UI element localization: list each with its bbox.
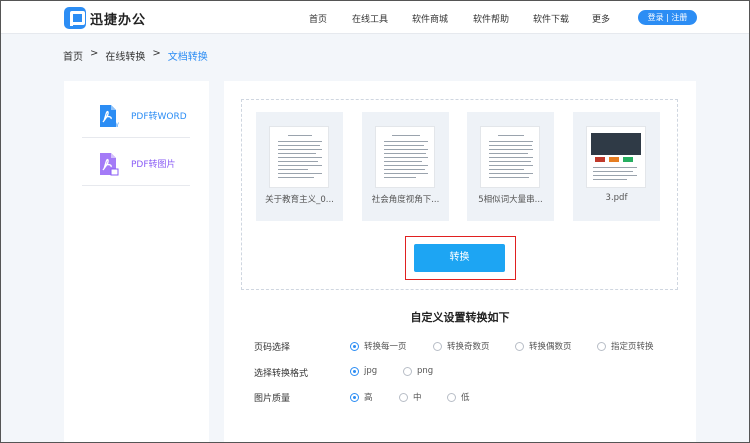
svg-text:W: W <box>113 123 119 128</box>
radio-even-pages[interactable]: 转换偶数页 <box>515 340 572 352</box>
breadcrumb-home[interactable]: 首页 <box>63 48 83 63</box>
pdf-to-image-icon <box>97 152 119 176</box>
radio-dot <box>350 392 359 402</box>
breadcrumb-current: 文档转换 <box>167 52 208 63</box>
nav-software-store[interactable]: 软件商城 <box>412 12 448 25</box>
radio-label: jpg <box>364 366 378 376</box>
file-thumbnail <box>375 126 435 188</box>
radio-quality-low[interactable]: 低 <box>447 391 470 403</box>
radio-label: 中 <box>413 393 422 403</box>
radio-dot <box>447 392 456 402</box>
file-name: 5相似词大量串... <box>478 195 543 205</box>
breadcrumb-separator: > <box>90 48 99 59</box>
file-thumbnail <box>586 126 646 188</box>
file-name: 关于教育主义_0... <box>265 195 334 205</box>
sidebar-item-label: PDF转WORD <box>131 112 187 122</box>
sidebar-item-pdf-to-image[interactable]: PDF转图片 <box>82 142 190 186</box>
breadcrumb-separator: > <box>152 48 161 59</box>
file-thumbnail <box>480 126 540 188</box>
radio-specified-pages[interactable]: 指定页转换 <box>597 340 654 352</box>
file-card[interactable]: 3.pdf <box>573 112 660 221</box>
radio-dot <box>350 366 359 376</box>
radio-quality-high[interactable]: 高 <box>350 391 373 403</box>
login-register-button[interactable]: 登录 | 注册 <box>638 10 697 25</box>
nav-software-help[interactable]: 软件帮助 <box>473 12 509 25</box>
radio-every-page[interactable]: 转换每一页 <box>350 340 407 352</box>
file-name: 社会角度视角下... <box>371 195 440 205</box>
radio-label: png <box>417 366 434 376</box>
radio-label: 转换奇数页 <box>447 342 490 352</box>
radio-dot <box>433 341 442 351</box>
radio-quality-medium[interactable]: 中 <box>399 391 422 403</box>
file-name: 3.pdf <box>605 193 628 203</box>
settings-title: 自定义设置转换如下 <box>410 311 510 324</box>
main-nav: 首页 在线工具 软件商城 软件帮助 软件下载 更多 <box>1 12 749 26</box>
nav-more[interactable]: 更多 <box>592 12 610 25</box>
radio-label: 转换每一页 <box>364 342 407 352</box>
file-card[interactable]: 5相似词大量串... <box>467 112 554 221</box>
radio-odd-pages[interactable]: 转换奇数页 <box>433 340 490 352</box>
radio-label: 指定页转换 <box>611 342 654 352</box>
format-selection-label: 选择转换格式 <box>254 369 309 379</box>
radio-dot <box>350 341 359 351</box>
sidebar-item-label: PDF转图片 <box>131 160 176 170</box>
radio-dot <box>597 341 606 351</box>
radio-label: 低 <box>461 393 470 403</box>
nav-software-download[interactable]: 软件下载 <box>533 12 569 25</box>
breadcrumb-online-convert[interactable]: 在线转换 <box>105 48 145 63</box>
radio-dot <box>399 392 408 402</box>
radio-label: 转换偶数页 <box>529 342 572 352</box>
nav-home[interactable]: 首页 <box>309 12 327 25</box>
page-selection-label: 页码选择 <box>254 343 291 353</box>
sidebar-item-pdf-to-word[interactable]: W PDF转WORD <box>82 94 190 138</box>
radio-format-jpg[interactable]: jpg <box>350 366 377 376</box>
sidebar: W PDF转WORD PDF转图片 <box>64 81 209 443</box>
breadcrumb: 首页 > 在线转换 > 文档转换 <box>63 48 208 63</box>
nav-online-tools[interactable]: 在线工具 <box>352 12 388 25</box>
radio-label: 高 <box>364 393 373 403</box>
pdf-to-word-icon: W <box>97 104 119 129</box>
radio-format-png[interactable]: png <box>403 366 433 376</box>
radio-dot <box>515 341 524 351</box>
file-card[interactable]: 关于教育主义_0... <box>256 112 343 221</box>
radio-dot <box>403 366 412 376</box>
file-card[interactable]: 社会角度视角下... <box>362 112 449 221</box>
file-thumbnail <box>269 126 329 188</box>
top-header: 迅捷办公 首页 在线工具 软件商城 软件帮助 软件下载 更多 登录 | 注册 <box>1 1 749 34</box>
convert-button[interactable]: 转换 <box>414 244 505 272</box>
image-quality-label: 图片质量 <box>254 394 291 404</box>
